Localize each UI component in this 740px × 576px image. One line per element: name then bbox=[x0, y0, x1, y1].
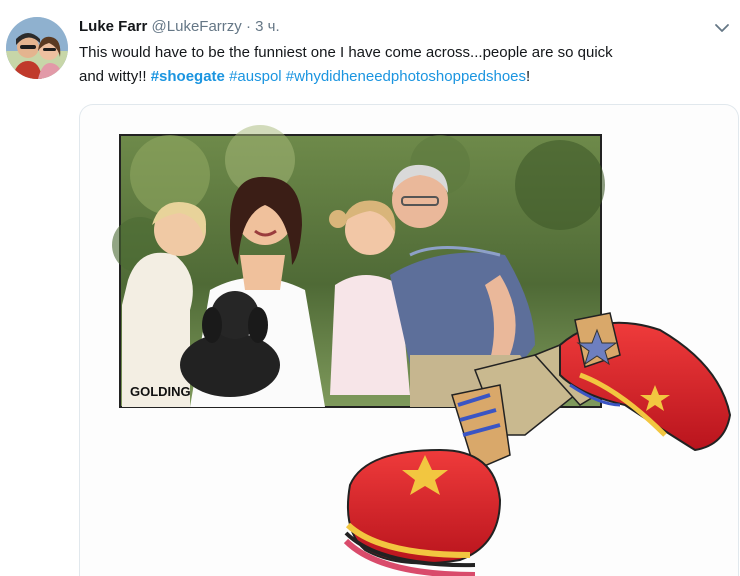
tweet-header: Luke Farr @LukeFarrzy · 3 ч. bbox=[79, 17, 280, 37]
tweet-text-line-2: and witty!! #shoegate #auspol #whydidhen… bbox=[79, 65, 729, 89]
separator-dot: · bbox=[245, 18, 251, 35]
tweet-text-suffix: ! bbox=[526, 68, 531, 85]
chevron-down-icon bbox=[715, 24, 729, 32]
cartoon-image: GOLDING bbox=[112, 125, 732, 576]
hashtag-link[interactable]: #shoegate bbox=[151, 68, 225, 85]
hashtag-link[interactable]: #auspol bbox=[229, 68, 282, 85]
avatar[interactable] bbox=[6, 17, 68, 79]
tweet-text-line-1: This would have to be the funniest one I… bbox=[79, 44, 613, 61]
clown-shoe-right bbox=[559, 312, 732, 452]
tweet-time[interactable]: 3 ч. bbox=[255, 18, 280, 35]
cartoonist-signature: GOLDING bbox=[130, 384, 191, 399]
author-handle[interactable]: @LukeFarrzy bbox=[152, 18, 242, 35]
hashtag-link[interactable]: #whydidheneedphotoshoppedshoes bbox=[286, 68, 526, 85]
clown-shoe-left bbox=[343, 384, 511, 576]
more-options-button[interactable] bbox=[714, 20, 730, 36]
avatar-photo bbox=[6, 17, 68, 79]
tweet-text: This would have to be the funniest one I… bbox=[79, 41, 729, 89]
tweet-text-prefix: and witty!! bbox=[79, 68, 151, 85]
author-name[interactable]: Luke Farr bbox=[79, 18, 147, 35]
tweet-media[interactable]: GOLDING bbox=[79, 104, 739, 576]
